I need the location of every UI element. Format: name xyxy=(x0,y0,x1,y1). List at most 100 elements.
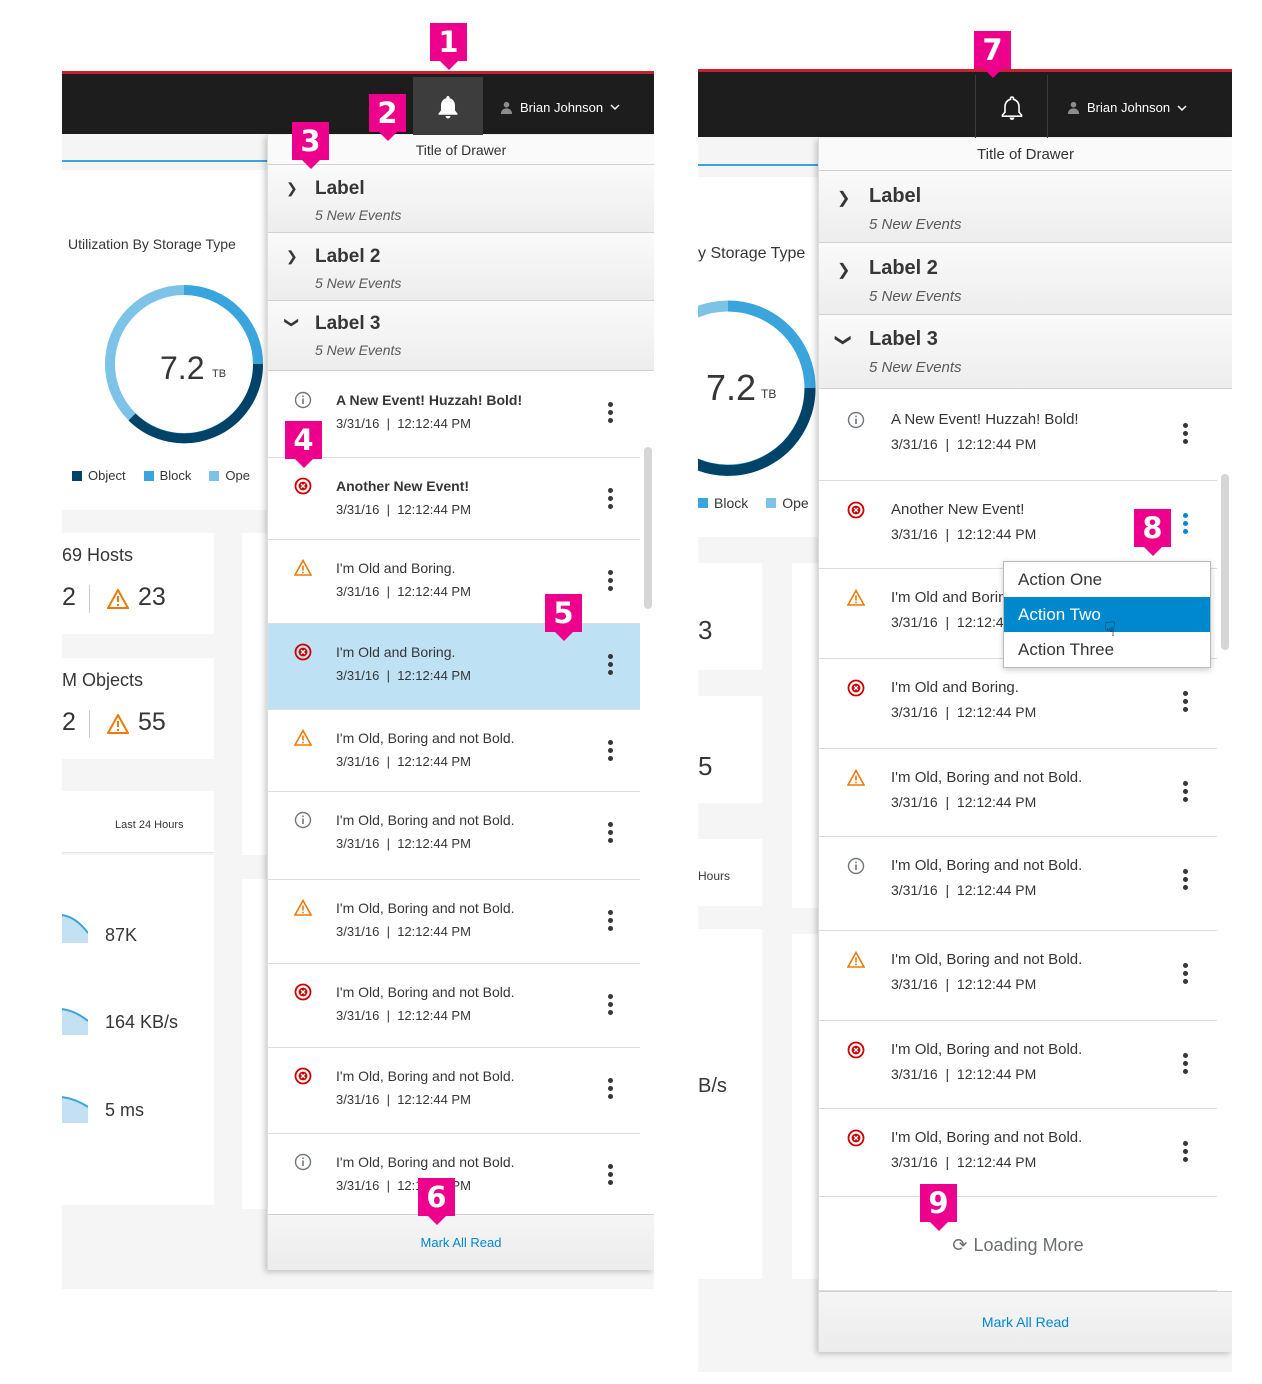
kebab-menu-button[interactable] xyxy=(608,570,614,592)
error-circle-icon xyxy=(847,1129,865,1147)
kebab-menu-button[interactable] xyxy=(1183,423,1189,445)
kebab-menu-button[interactable] xyxy=(608,1078,614,1100)
chevron-right-icon: ❯ xyxy=(286,180,298,196)
kebab-menu-button[interactable] xyxy=(1183,691,1189,713)
event-row[interactable]: I'm Old, Boring and not Bold. 3/31/16 | 1… xyxy=(819,931,1217,1021)
kebab-menu-button[interactable] xyxy=(608,822,614,844)
callout-badge-4: 4 xyxy=(285,421,322,468)
event-timestamp: 3/31/16 | 12:12:44 PM xyxy=(336,924,471,939)
event-message: I'm Old, Boring and not Bold. xyxy=(336,900,515,916)
tab-underline xyxy=(62,160,272,162)
event-timestamp: 3/31/16 | 12:12:44 PM xyxy=(891,704,1037,720)
error-circle-icon xyxy=(847,501,865,519)
notification-drawer: Title of Drawer ❯ Label 5 New Events ❯ L… xyxy=(818,138,1232,1352)
drawer-group-label-3[interactable]: ❯ Label 3 5 New Events xyxy=(268,301,654,371)
drawer-group-label-2[interactable]: ❯ Label 2 5 New Events xyxy=(819,243,1232,315)
error-circle-icon xyxy=(847,1041,865,1059)
group-label: Label 2 xyxy=(315,246,381,267)
objects-warn-count: 55 xyxy=(138,708,166,736)
hand-pointer-icon: ☟ xyxy=(1104,617,1117,641)
event-row[interactable]: I'm Old, Boring and not Bold. 3/31/16 | 1… xyxy=(268,1048,640,1134)
group-label: Label 2 xyxy=(869,257,938,279)
kebab-menu-button[interactable] xyxy=(1183,963,1189,985)
event-timestamp: 3/31/16 | 12:12:44 PM xyxy=(891,976,1037,992)
legend-open: Ope xyxy=(225,468,250,483)
event-row[interactable]: I'm Old, Boring and not Bold. 3/31/16 | 1… xyxy=(819,749,1217,837)
kebab-menu-button[interactable] xyxy=(1183,781,1189,803)
event-timestamp: 3/31/16 | 12:12:44 PM xyxy=(891,1066,1037,1082)
user-menu[interactable]: Brian Johnson xyxy=(500,77,620,137)
event-timestamp: 3/31/16 | 12:12:44 PM xyxy=(336,836,471,851)
event-message: I'm Old, Boring and not Bold. xyxy=(336,984,515,1000)
chevron-right-icon: ❯ xyxy=(837,262,851,279)
drawer-scrollbar[interactable] xyxy=(644,447,652,609)
event-row[interactable]: I'm Old, Boring and not Bold. 3/31/16 | 1… xyxy=(268,792,640,880)
metric-value-2: 164 KB/s xyxy=(105,1012,179,1032)
kebab-menu-button[interactable] xyxy=(608,402,614,424)
event-timestamp: 3/31/16 | 12:12:44 PM xyxy=(336,1092,471,1107)
event-message: I'm Old and Boring. xyxy=(891,679,1019,696)
event-row[interactable]: I'm Old and Boring. 3/31/16 | 12:12:44 PM xyxy=(819,659,1217,749)
drawer-group-label-3[interactable]: ❯ Label 3 5 New Events xyxy=(819,315,1232,389)
notification-bell-button[interactable] xyxy=(413,77,483,137)
kebab-menu-button[interactable] xyxy=(608,488,614,510)
info-icon xyxy=(294,811,312,829)
kebab-menu-button[interactable] xyxy=(608,994,614,1016)
mark-all-read-button[interactable]: Mark All Read xyxy=(268,1214,654,1270)
kebab-menu-button[interactable] xyxy=(608,910,614,932)
event-row[interactable]: I'm Old, Boring and not Bold. 3/31/16 | 1… xyxy=(268,964,640,1048)
divider xyxy=(89,585,90,613)
event-row[interactable]: I'm Old, Boring and not Bold. 3/31/16 | 1… xyxy=(268,880,640,964)
drawer-group-label-2[interactable]: ❯ Label 2 5 New Events xyxy=(268,233,654,301)
objects-card: 5 xyxy=(698,696,762,803)
notification-bell-button[interactable] xyxy=(975,75,1048,140)
sparkline-icon xyxy=(62,1096,88,1123)
kebab-menu-button[interactable] xyxy=(1183,869,1189,891)
event-timestamp: 3/31/16 | 12:12:44 PM xyxy=(336,1008,471,1023)
event-timestamp: 3/31/16 | 12:12:44 PM xyxy=(336,754,471,769)
donut-value: 7.2 xyxy=(706,367,757,408)
kebab-menu-button[interactable] xyxy=(1183,513,1189,535)
last-24-hours-label: Hours xyxy=(698,869,731,883)
group-label: Label xyxy=(869,185,922,207)
sparkline-icon xyxy=(62,914,88,943)
event-row[interactable]: A New Event! Huzzah! Bold! 3/31/16 | 12:1… xyxy=(819,391,1217,481)
user-icon xyxy=(1067,101,1080,114)
group-label: Label 3 xyxy=(869,328,938,350)
event-timestamp: 3/31/16 | 12:12:44 PM xyxy=(336,502,471,517)
refresh-icon: ⟳ xyxy=(952,1235,968,1256)
event-row[interactable]: I'm Old and Boring. 3/31/16 | 12:12:44 PM xyxy=(268,540,640,624)
kebab-menu-button[interactable] xyxy=(1183,1141,1189,1163)
event-row[interactable]: I'm Old, Boring and not Bold. 3/31/16 | 1… xyxy=(819,837,1217,931)
kebab-menu-button[interactable] xyxy=(1183,1053,1189,1075)
event-timestamp: 3/31/16 | 12:12:44 PM xyxy=(891,794,1037,810)
event-row[interactable]: I'm Old and Boring. 3/31/16 | 12:12:44 PM xyxy=(268,624,640,710)
drawer-group-label[interactable]: ❯ Label 5 New Events xyxy=(268,165,654,233)
event-timestamp: 3/31/16 | 12:12:44 PM xyxy=(336,584,471,599)
group-label: Label xyxy=(315,178,365,199)
kebab-menu-button[interactable] xyxy=(608,1164,614,1186)
event-row[interactable]: I'm Old, Boring and not Bold. 3/31/16 | 1… xyxy=(819,1021,1217,1109)
event-row[interactable]: I'm Old, Boring and not Bold. 3/31/16 | 1… xyxy=(268,710,640,792)
drawer-scrollbar[interactable] xyxy=(1221,474,1229,650)
drawer-title: Title of Drawer xyxy=(819,138,1232,171)
mark-all-read-button[interactable]: Mark All Read xyxy=(819,1291,1232,1352)
kebab-menu-button[interactable] xyxy=(608,740,614,762)
utilization-card: Utilization By Storage Type 7.2 TB Objec… xyxy=(62,170,272,510)
event-message: I'm Old, Boring and not Bold. xyxy=(891,769,1083,786)
last-24-hours-label: Last 24 Hours xyxy=(115,819,184,831)
drawer-group-label[interactable]: ❯ Label 5 New Events xyxy=(819,171,1232,243)
event-row[interactable]: A New Event! Huzzah! Bold! 3/31/16 | 12:1… xyxy=(268,372,640,458)
event-list: A New Event! Huzzah! Bold! 3/31/16 | 12:1… xyxy=(268,372,640,1220)
event-message: I'm Old, Boring and not Bold. xyxy=(336,812,515,828)
event-row[interactable]: I'm Old, Boring and not Bold. 3/31/16 | 1… xyxy=(819,1109,1217,1197)
utilization-legend: Object Block Ope xyxy=(72,468,250,483)
user-menu[interactable]: Brian Johnson xyxy=(1067,75,1187,140)
kebab-menu-button[interactable] xyxy=(608,654,614,676)
error-circle-icon xyxy=(294,643,312,661)
event-row[interactable]: Another New Event! 3/31/16 | 12:12:44 PM xyxy=(268,458,640,540)
error-circle-icon xyxy=(294,1067,312,1085)
callout-badge-1: 1 xyxy=(430,23,467,70)
callout-badge-6: 6 xyxy=(418,1178,455,1225)
action-one-item[interactable]: Action One xyxy=(1004,562,1210,597)
